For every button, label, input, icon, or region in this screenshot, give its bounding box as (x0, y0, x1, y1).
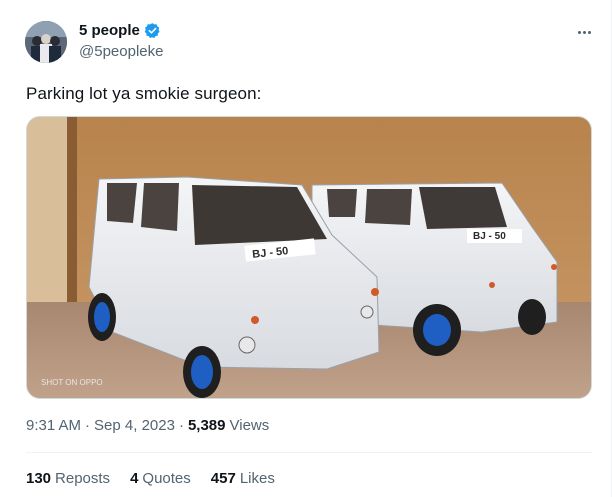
quotes-count: 4 (130, 470, 139, 487)
meta-separator: · (178, 417, 184, 434)
reposts-label: Reposts (55, 470, 111, 487)
photo-watermark: SHOT ON OPPO (41, 378, 103, 387)
avatar[interactable] (25, 21, 67, 63)
photo-image: BJ - 50 BJ - 50 SHOT ON OPPO (27, 117, 591, 398)
tweet-text: Parking lot ya smokie surgeon: (26, 84, 262, 103)
meta-separator: · (85, 417, 91, 434)
tweet-date[interactable]: Sep 4, 2023 (94, 417, 175, 434)
quotes-label: Quotes (142, 470, 191, 487)
avatar-image (25, 21, 67, 63)
more-dots-icon[interactable] (574, 24, 594, 40)
views-label: Views (229, 417, 270, 434)
plate-right: BJ - 50 (473, 231, 506, 242)
author-name[interactable]: 5 people (79, 22, 140, 39)
verified-badge-icon (144, 22, 161, 39)
reposts-stat[interactable]: 130 Reposts (26, 470, 110, 487)
reposts-count: 130 (26, 470, 52, 487)
likes-count: 457 (210, 470, 236, 487)
likes-label: Likes (239, 470, 275, 487)
author-name-row[interactable]: 5 people (79, 22, 161, 39)
engagement-stats: 130 Reposts 4 Quotes 457 Likes (26, 470, 275, 487)
dot (577, 30, 581, 34)
author-handle[interactable]: @5peopleke (79, 43, 163, 60)
quotes-stat[interactable]: 4 Quotes (130, 470, 191, 487)
views-count: 5,389 (187, 417, 226, 434)
likes-stat[interactable]: 457 Likes (211, 470, 275, 487)
tweet-card: 5 people @5peopleke Parking lot ya smoki… (0, 0, 612, 497)
divider (26, 452, 592, 453)
tweet-time[interactable]: 9:31 AM (26, 417, 81, 434)
tweet-meta: 9:31 AM · Sep 4, 2023 · 5,389 Views (26, 417, 269, 434)
dot (587, 30, 591, 34)
tweet-photo[interactable]: BJ - 50 BJ - 50 SHOT ON OPPO (26, 116, 592, 399)
dot (582, 30, 586, 34)
